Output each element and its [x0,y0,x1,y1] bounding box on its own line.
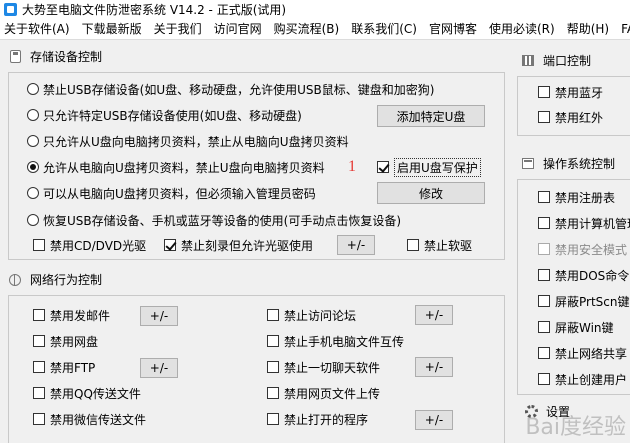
os-item-prtscn[interactable]: 屏蔽PrtScn键 [538,291,630,311]
menu-purchase[interactable]: 购买流程(B) [268,18,346,40]
storage-header: 存储设备控制 [8,48,102,65]
checkbox[interactable] [538,373,550,385]
network-adjust-button[interactable]: +/- [415,305,453,325]
usb-drive-icon [8,50,22,64]
network-header: 网络行为控制 [8,271,102,288]
storage-option-1[interactable]: 禁止USB存储设备(如U盘、移动硬盘，允许使用USB鼠标、键盘和加密狗) [27,79,434,99]
checkbox-checked[interactable] [164,239,176,251]
checkbox[interactable] [538,217,550,229]
network-right-item[interactable]: 禁止打开的程序 [267,409,368,429]
app-icon [4,2,17,16]
radio-button[interactable] [27,109,39,121]
checkbox[interactable] [538,269,550,281]
os-item-registry[interactable]: 禁用注册表 [538,187,615,207]
network-adjust-button[interactable]: +/- [415,410,453,430]
os-icon [521,157,535,171]
cd-dvd-checkbox[interactable]: 禁用CD/DVD光驱 [33,235,146,255]
checkbox[interactable] [33,309,45,321]
network-right-item[interactable]: 禁止一切聊天软件 [267,357,380,377]
storage-option-4[interactable]: 允许从电脑向U盘拷贝资料，禁止U盘向电脑拷贝资料 [27,157,325,177]
checkbox[interactable] [267,335,279,347]
menu-visit-site[interactable]: 访问官网 [208,18,268,40]
storage-option-5[interactable]: 可以从电脑向U盘拷贝资料，但必须输入管理员密码 [27,183,316,203]
menu-download-latest[interactable]: 下载最新版 [76,18,148,40]
network-left-item[interactable]: 禁用QQ传送文件 [33,383,141,403]
radio-button[interactable] [27,135,39,147]
menu-contact[interactable]: 联系我们(C) [345,18,423,40]
menu-bar: 关于软件(A) 下载最新版 关于我们 访问官网 购买流程(B) 联系我们(C) … [0,18,630,40]
os-item-create-user[interactable]: 禁止创建用户 [538,369,627,389]
checkbox[interactable] [538,321,550,333]
os-header: 操作系统控制 [521,155,615,172]
checkbox[interactable] [267,309,279,321]
checkbox[interactable] [33,413,45,425]
radio-button[interactable] [27,214,39,226]
burn-adjust-button[interactable]: +/- [337,235,375,255]
storage-option-2[interactable]: 只允许特定USB存储设备使用(如U盘、移动硬盘) [27,105,302,125]
network-adjust-button[interactable]: +/- [140,358,178,378]
menu-help[interactable]: 帮助(H) [561,18,615,40]
menu-faq[interactable]: FAQ [615,18,630,40]
menu-about-us[interactable]: 关于我们 [148,18,208,40]
bluetooth-checkbox[interactable]: 禁用蓝牙 [538,82,603,102]
modify-button[interactable]: 修改 [377,182,485,204]
burn-disable-checkbox[interactable]: 禁止刻录但允许光驱使用 [164,235,313,255]
os-item-network-share[interactable]: 禁止网络共享 [538,343,627,363]
checkbox[interactable] [267,361,279,373]
menu-blog[interactable]: 官网博客 [423,18,483,40]
floppy-checkbox[interactable]: 禁止软驱 [407,235,472,255]
network-left-item[interactable]: 禁用微信传送文件 [33,409,146,429]
checkbox[interactable] [33,387,45,399]
network-right-item[interactable]: 禁止手机电脑文件互传 [267,331,404,351]
checkbox[interactable] [267,387,279,399]
network-left-item[interactable]: 禁用发邮件 [33,305,110,325]
checkbox[interactable] [538,191,550,203]
window-title: 大势至电脑文件防泄密系统 V14.2 - 正式版(试用) [22,2,287,17]
network-left-item[interactable]: 禁用FTP [33,357,95,377]
checkbox[interactable] [407,239,419,251]
checkbox-disabled [538,243,550,255]
menu-must-read[interactable]: 使用必读(R) [483,18,561,40]
network-right-item[interactable]: 禁止访问论坛 [267,305,356,325]
radio-button[interactable] [27,187,39,199]
network-adjust-button[interactable]: +/- [140,306,178,326]
os-item-winkey[interactable]: 屏蔽Win键 [538,317,614,337]
checkbox[interactable] [538,111,550,123]
title-bar: 大势至电脑文件防泄密系统 V14.2 - 正式版(试用) [0,0,630,18]
ports-title: 端口控制 [543,54,592,68]
storage-title: 存储设备控制 [30,50,103,64]
storage-option-6[interactable]: 恢复USB存储设备、手机或蓝牙等设备的使用(可手动点击恢复设备) [27,210,401,230]
network-right-item[interactable]: 禁用网页文件上传 [267,383,380,403]
radio-button[interactable] [27,83,39,95]
network-adjust-button[interactable]: +/- [415,357,453,377]
os-title: 操作系统控制 [543,157,616,171]
checkbox[interactable] [33,361,45,373]
checkbox[interactable] [33,335,45,347]
storage-option-3[interactable]: 只允许从U盘向电脑拷贝资料，禁止从电脑向U盘拷贝资料 [27,131,349,151]
network-left-item[interactable]: 禁用网盘 [33,331,98,351]
watermark: Bai度经验 [525,415,626,440]
write-protect-checkbox[interactable]: 启用U盘写保护 [377,157,481,177]
ports-header: 端口控制 [521,52,591,69]
add-usb-button[interactable]: 添加特定U盘 [377,105,485,127]
checkbox[interactable] [538,347,550,359]
port-icon [521,54,535,68]
infrared-checkbox[interactable]: 禁用红外 [538,107,603,127]
globe-icon [8,273,22,287]
os-item-safe-mode: 禁用安全模式 [538,239,627,259]
annotation-mark: 1 [348,158,356,175]
checkbox[interactable] [538,295,550,307]
os-item-computer-management[interactable]: 禁用计算机管理 [538,213,630,233]
checkbox-checked[interactable] [377,161,389,173]
network-title: 网络行为控制 [30,273,103,287]
radio-button-selected[interactable] [27,161,39,173]
checkbox[interactable] [267,413,279,425]
os-item-dos[interactable]: 禁用DOS命令 [538,265,629,285]
checkbox[interactable] [538,86,550,98]
menu-about-software[interactable]: 关于软件(A) [0,18,76,40]
checkbox[interactable] [33,239,45,251]
